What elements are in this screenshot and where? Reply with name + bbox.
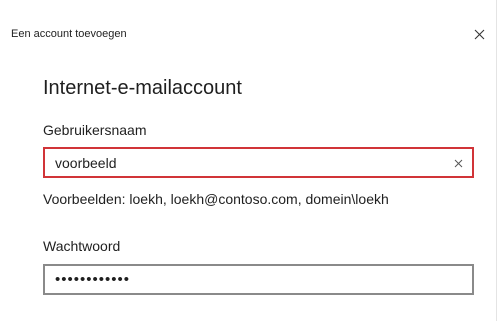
password-input[interactable] xyxy=(45,266,472,293)
dialog-title: Een account toevoegen xyxy=(11,28,127,40)
close-button[interactable] xyxy=(470,25,488,43)
password-label: Wachtwoord xyxy=(43,238,121,254)
page-heading: Internet-e-mailaccount xyxy=(43,77,242,99)
close-icon xyxy=(474,29,484,39)
clear-username-button[interactable] xyxy=(452,157,464,169)
username-field-container xyxy=(43,147,474,178)
username-examples-hint: Voorbeelden: loekh, loekh@contoso.com, d… xyxy=(43,191,389,207)
add-account-dialog: Een account toevoegen Internet-e-mailacc… xyxy=(0,0,497,321)
clear-icon xyxy=(454,159,462,167)
username-label: Gebruikersnaam xyxy=(43,122,147,138)
username-input[interactable] xyxy=(45,149,472,176)
password-field-container xyxy=(43,264,474,295)
